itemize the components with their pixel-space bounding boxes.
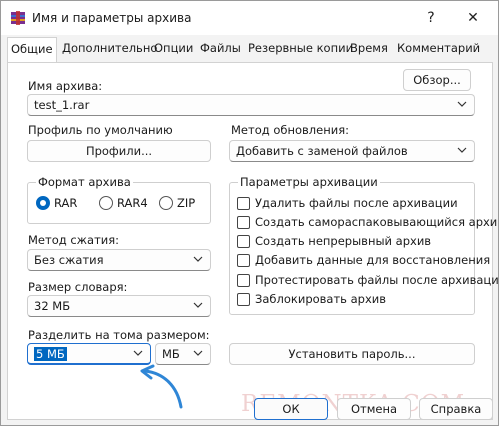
profiles-button[interactable]: Профили... — [27, 140, 211, 162]
close-title-button[interactable]: ✕ — [459, 8, 487, 28]
archive-format-title: Формат архива — [36, 175, 133, 189]
checkbox-icon — [237, 234, 250, 248]
compression-method-label: Метод сжатия: — [28, 233, 120, 247]
archiving-options-title: Параметры архивации — [238, 175, 380, 189]
format-rar-label: RAR — [54, 196, 78, 210]
dictionary-size-value: 32 МБ — [34, 299, 71, 313]
set-password-button[interactable]: Установить пароль... — [229, 343, 475, 365]
chevron-down-icon — [193, 350, 203, 356]
option-label: Создать самораспаковывающийся архив — [255, 215, 499, 229]
chevron-down-icon — [193, 256, 203, 262]
chevron-down-icon — [457, 101, 467, 107]
compression-method-select[interactable]: Без сжатия — [27, 249, 211, 271]
checkbox-icon — [237, 215, 250, 229]
split-size-value: 5 МБ — [34, 346, 67, 361]
default-profile-label: Профиль по умолчанию — [28, 123, 173, 137]
option-label: Добавить данные для восстановления — [255, 253, 491, 267]
archive-name-input[interactable]: test_1.rar — [27, 94, 475, 116]
winrar-icon — [11, 11, 25, 25]
update-method-select[interactable]: Добавить с заменой файлов — [229, 140, 475, 162]
option-label: Заблокировать архив — [255, 292, 387, 306]
ok-button[interactable]: ОК — [254, 398, 328, 420]
window-title: Имя и параметры архива — [32, 11, 192, 25]
option-lock-checkbox[interactable]: Заблокировать архив — [237, 292, 386, 306]
tab-files[interactable]: Файлы — [200, 41, 241, 55]
archive-name-value: test_1.rar — [34, 98, 90, 112]
split-unit-value: МБ — [162, 347, 180, 361]
split-volumes-label: Разделить на тома размером: — [28, 328, 210, 342]
option-sfx-checkbox[interactable]: Создать самораспаковывающийся архив — [237, 215, 499, 229]
checkbox-icon — [237, 292, 250, 306]
help-button[interactable]: Справка — [419, 398, 493, 420]
option-label: Удалить файлы после архивации — [255, 196, 458, 210]
tab-options[interactable]: Опции — [154, 41, 193, 55]
archive-name-label: Имя архива: — [28, 79, 103, 93]
dictionary-size-select[interactable]: 32 МБ — [27, 295, 211, 317]
tab-advanced[interactable]: Дополнительно — [62, 41, 157, 55]
split-unit-select[interactable]: МБ — [155, 343, 211, 365]
browse-button[interactable]: Обзор... — [403, 69, 471, 91]
update-method-value: Добавить с заменой файлов — [236, 144, 408, 158]
checkbox-icon — [237, 253, 250, 267]
radio-unchecked-icon — [159, 196, 173, 210]
tab-general[interactable]: Общие — [7, 37, 57, 62]
tab-comment[interactable]: Комментарий — [397, 41, 480, 55]
option-delete-files-checkbox[interactable]: Удалить файлы после архивации — [237, 196, 458, 210]
compression-method-value: Без сжатия — [34, 253, 104, 267]
format-zip-label: ZIP — [177, 196, 196, 210]
format-rar4-radio[interactable]: RAR4 — [99, 196, 148, 210]
archive-dialog: Имя и параметры архива ? ✕ Общие Дополни… — [0, 0, 499, 426]
radio-checked-icon — [36, 196, 50, 210]
annotation-arrow-icon — [140, 364, 183, 409]
chevron-down-icon — [133, 350, 143, 356]
option-label: Создать непрерывный архив — [255, 234, 432, 248]
split-size-input[interactable]: 5 МБ — [27, 343, 151, 365]
chevron-down-icon — [193, 302, 203, 308]
option-solid-checkbox[interactable]: Создать непрерывный архив — [237, 234, 431, 248]
radio-unchecked-icon — [99, 196, 113, 210]
checkbox-icon — [237, 273, 250, 287]
checkbox-icon — [237, 196, 250, 210]
update-method-label: Метод обновления: — [231, 123, 350, 137]
tab-time[interactable]: Время — [350, 41, 388, 55]
option-recovery-checkbox[interactable]: Добавить данные для восстановления — [237, 253, 490, 267]
format-rar-radio[interactable]: RAR — [36, 196, 77, 210]
option-label: Протестировать файлы после архивации — [255, 273, 499, 287]
tab-bar: Общие Дополнительно Опции Файлы Резервны… — [1, 35, 498, 63]
dictionary-size-label: Размер словаря: — [28, 280, 128, 294]
help-title-button[interactable]: ? — [417, 8, 445, 28]
tab-backup[interactable]: Резервные копии — [248, 41, 353, 55]
format-zip-radio[interactable]: ZIP — [159, 196, 195, 210]
format-rar4-label: RAR4 — [117, 196, 148, 210]
title-bar: Имя и параметры архива ? ✕ — [1, 1, 498, 35]
option-test-checkbox[interactable]: Протестировать файлы после архивации — [237, 273, 499, 287]
chevron-down-icon — [457, 147, 467, 153]
cancel-button[interactable]: Отмена — [337, 398, 411, 420]
